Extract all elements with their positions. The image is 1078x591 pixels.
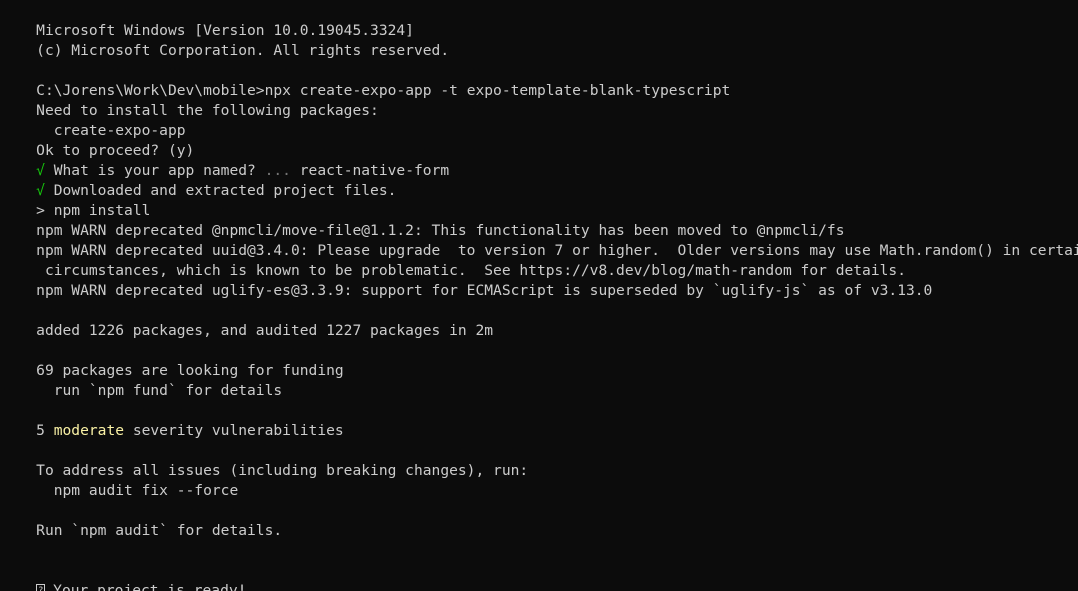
terminal-line-address-issues: To address all issues (including breakin… — [1, 441, 528, 479]
terminal-line-warn-2-cont: circumstances, which is known to be prob… — [1, 241, 906, 279]
terminal-line-warn-1: npm WARN deprecated @npmcli/move-file@1.… — [1, 201, 844, 239]
terminal-line-warn-2: npm WARN deprecated uuid@3.4.0: Please u… — [1, 221, 1078, 259]
terminal-line-funding: 69 packages are looking for funding — [1, 341, 344, 379]
terminal-line-funding-run: run `npm fund` for details — [1, 361, 282, 399]
vuln-severity-text: severity vulnerabilities — [124, 422, 344, 439]
terminal-line-added-packages: added 1226 packages, and audited 1227 pa… — [1, 301, 493, 339]
terminal-line-warn-3: npm WARN deprecated uglify-es@3.3.9: sup… — [1, 261, 932, 299]
terminal-line-downloaded: √ Downloaded and extracted project files… — [1, 161, 396, 199]
terminal-line-run-audit: Run `npm audit` for details. — [1, 501, 282, 539]
terminal-line-package: create-expo-app — [1, 101, 186, 139]
terminal-line-app-name: √ What is your app named? ... react-nati… — [1, 141, 449, 179]
funding-run-text: run `npm fund` for details — [36, 382, 283, 399]
terminal-line-ready: Your project is ready! — [1, 561, 246, 591]
terminal-line-vulnerabilities: 5 moderate severity vulnerabilities — [1, 401, 344, 439]
ready-text: Your project is ready! — [53, 582, 247, 591]
terminal-window[interactable]: Microsoft Windows [Version 10.0.19045.33… — [0, 0, 1078, 591]
run-audit-text: Run `npm audit` for details. — [36, 522, 283, 539]
terminal-line-banner-version: Microsoft Windows [Version 10.0.19045.33… — [1, 1, 414, 39]
terminal-line-audit-fix: npm audit fix --force — [1, 461, 239, 499]
audit-fix-command-text: npm audit fix --force — [36, 482, 239, 499]
terminal-line-banner-copyright: (c) Microsoft Corporation. All rights re… — [1, 21, 449, 59]
vuln-level-text: moderate — [53, 422, 125, 439]
terminal-line-npm-install: > npm install — [1, 181, 150, 219]
vuln-count-text: 5 — [36, 422, 54, 439]
terminal-line-command: C:\Jorens\Work\Dev\mobile>npx create-exp… — [1, 61, 730, 99]
banner-copyright-text: (c) Microsoft Corporation. All rights re… — [36, 42, 450, 59]
unknown-glyph-icon — [36, 581, 46, 591]
added-packages-text: added 1226 packages, and audited 1227 pa… — [36, 322, 494, 339]
terminal-line-ok-proceed: Ok to proceed? (y) — [1, 121, 194, 159]
warn-uglify-text: npm WARN deprecated uglify-es@3.3.9: sup… — [36, 282, 933, 299]
terminal-line-need-install: Need to install the following packages: — [1, 81, 379, 119]
